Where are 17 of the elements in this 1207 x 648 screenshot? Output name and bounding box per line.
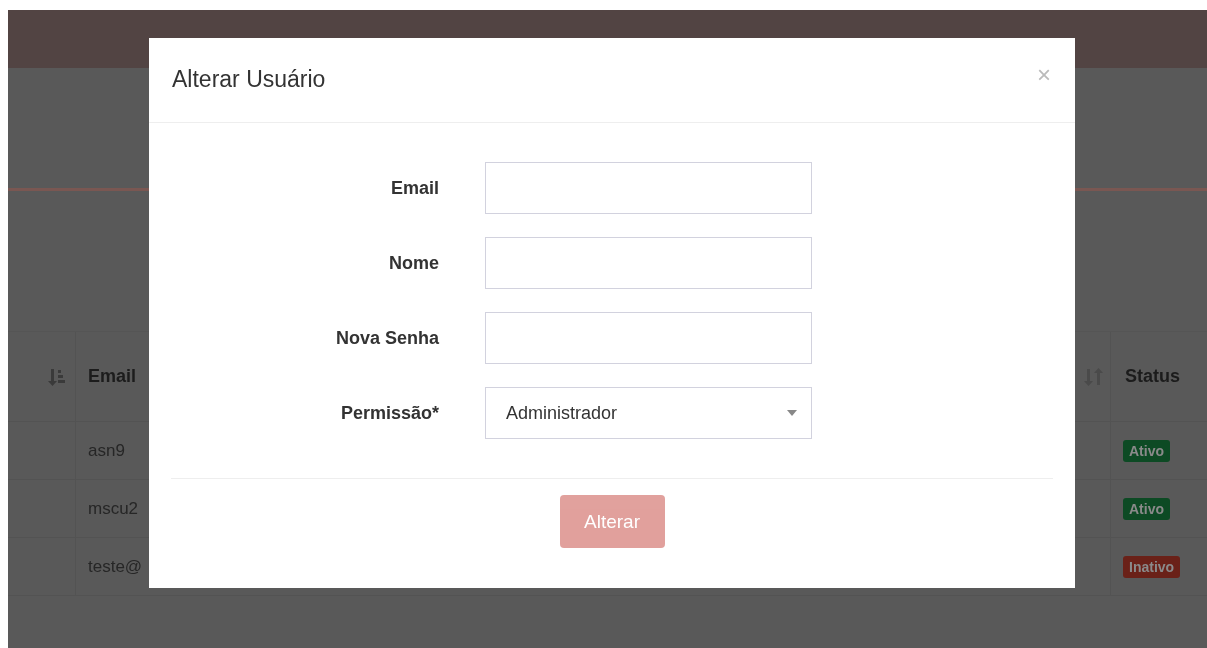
input-field[interactable] xyxy=(485,162,812,214)
input-field[interactable] xyxy=(485,237,812,289)
status-badge: Inativo xyxy=(1123,555,1181,578)
column-header[interactable]: Status xyxy=(1125,366,1180,387)
column-header[interactable]: Email xyxy=(88,366,137,387)
modal-title: Alterar Usuário xyxy=(172,66,326,93)
input-field[interactable] xyxy=(485,312,812,364)
close-button[interactable]: × xyxy=(1037,63,1051,87)
field-label: Email xyxy=(389,177,439,199)
status-badge: Ativo xyxy=(1123,497,1170,520)
field-label: Nova Senha xyxy=(334,327,439,349)
status-badge: Ativo xyxy=(1123,439,1170,462)
permission-select[interactable]: Administrador xyxy=(485,387,812,439)
caret-icon xyxy=(787,410,797,416)
field-label: Permissão* xyxy=(339,402,439,424)
field-label: Nome xyxy=(388,252,439,274)
sort-icon[interactable] xyxy=(47,367,65,386)
